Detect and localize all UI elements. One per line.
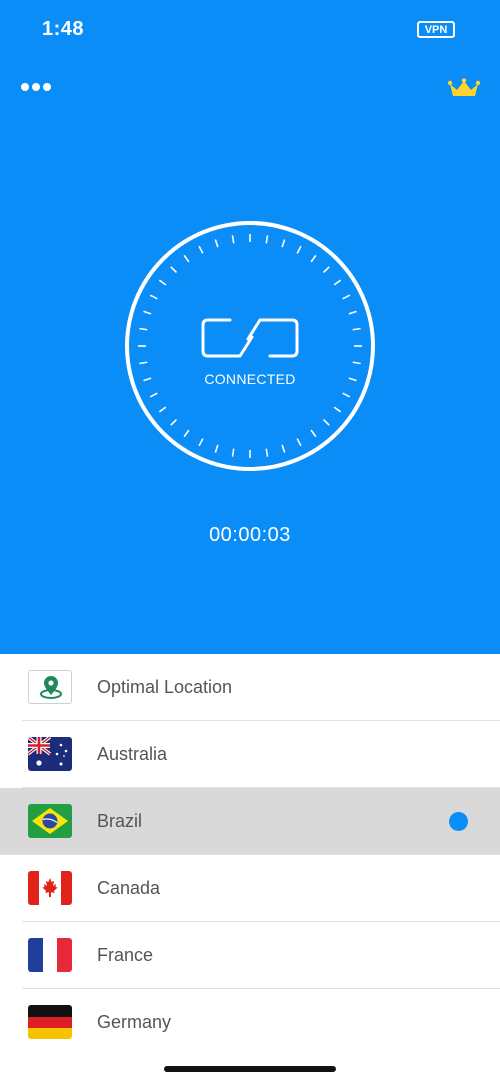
location-label: Germany (97, 1012, 172, 1032)
dial-tick (198, 438, 204, 447)
dial-tick (139, 361, 148, 365)
location-label: Brazil (97, 811, 143, 831)
dial-tick (310, 429, 317, 438)
location-item-france[interactable]: France (0, 922, 500, 989)
flag-france-icon (28, 938, 72, 972)
connection-status-text: CONNECTED (204, 371, 296, 387)
dial-tick (265, 235, 269, 244)
dial-tick (149, 294, 158, 300)
dial-tick (322, 266, 330, 274)
dial-tick (231, 235, 235, 244)
more-horizontal-icon (21, 83, 51, 91)
selected-indicator (449, 812, 468, 831)
dial-tick (348, 310, 357, 315)
location-item-germany[interactable]: Germany (0, 989, 500, 1056)
flag-canada-icon (28, 871, 72, 905)
flag-australia-icon (28, 737, 72, 771)
dial-tick (170, 266, 178, 274)
dial-tick (158, 406, 167, 413)
location-item-optimal[interactable]: Optimal Location (0, 654, 500, 721)
dial-tick (296, 245, 302, 254)
connection-timer: 00:00:03 (209, 524, 291, 546)
vpn-status-badge: VPN (417, 21, 455, 38)
dial-tick (265, 448, 269, 457)
dial-tick (296, 438, 302, 447)
dial-tick (281, 239, 286, 248)
dial-tick (149, 392, 158, 398)
status-time: 1:48 (42, 18, 85, 40)
dial-tick (170, 418, 178, 426)
location-label: Canada (97, 878, 161, 898)
dial-tick (342, 392, 351, 398)
dial-tick (333, 406, 342, 413)
crown-icon (447, 78, 481, 96)
location-item-brazil[interactable]: Brazil (0, 788, 500, 855)
location-label: Australia (97, 744, 168, 764)
dial-tick (342, 294, 351, 300)
dial-tick (352, 361, 361, 365)
more-menu-button[interactable] (20, 78, 54, 96)
location-item-canada[interactable]: Canada (0, 855, 500, 922)
location-label: France (97, 945, 154, 965)
dial-tick (214, 444, 219, 453)
dial-tick (352, 327, 361, 331)
dial-tick (214, 239, 219, 248)
home-indicator[interactable] (164, 1066, 336, 1072)
connect-toggle-dial[interactable] (124, 220, 376, 472)
dial-tick (333, 279, 342, 286)
location-pin-icon (28, 670, 72, 704)
dial-tick (281, 444, 286, 453)
premium-button[interactable] (447, 77, 481, 101)
location-item-australia[interactable]: Australia (0, 721, 500, 788)
dial-tick (183, 254, 190, 263)
connection-dial (125, 221, 375, 471)
flag-brazil-icon (28, 804, 72, 838)
flag-germany-icon (28, 1005, 72, 1039)
location-label: Optimal Location (97, 677, 233, 697)
dial-tick (310, 254, 317, 263)
dial-tick (158, 279, 167, 286)
dial-tick (231, 448, 235, 457)
dial-tick (183, 429, 190, 438)
dial-tick (322, 418, 330, 426)
dial-tick (143, 310, 152, 315)
dial-tick (139, 327, 148, 331)
connection-panel: 1:48 VPN CONNECTED 00:00:03 (0, 0, 500, 654)
dial-tick (198, 245, 204, 254)
location-list: Optimal Location Australia Brazil Canada… (0, 654, 500, 1056)
link-icon (201, 318, 299, 358)
